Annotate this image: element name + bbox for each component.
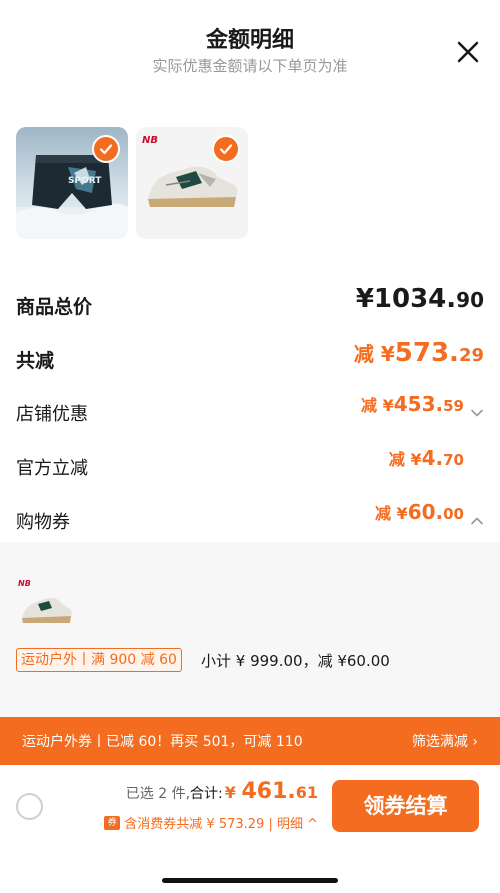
total-int: 1034. bbox=[373, 284, 457, 314]
total-savings-value: 减 ¥573.29 bbox=[354, 338, 484, 378]
coupon-product-thumb[interactable]: NB bbox=[16, 574, 74, 632]
selected-count: 已选 2 件, bbox=[125, 786, 191, 802]
discount-int: 4. bbox=[421, 446, 444, 470]
store-discount-label: 店铺优惠 bbox=[16, 404, 88, 425]
row-official-discount: 官方立减 减 ¥4.70 bbox=[16, 446, 484, 486]
checkout-footer: 已选 2 件, 合计: ¥ 461.61 券 含消费券共减 ¥ 573.29 |… bbox=[0, 765, 500, 893]
store-discount-value: 减 ¥453.59 bbox=[361, 392, 484, 432]
product-thumb-sneaker[interactable]: NB bbox=[136, 127, 248, 239]
page-title: 金额明细 bbox=[205, 28, 294, 53]
selected-check-icon[interactable] bbox=[92, 135, 120, 163]
checkout-button[interactable]: 领券结算 bbox=[332, 780, 479, 832]
row-total-price: 商品总价 ¥1034.90 bbox=[16, 284, 484, 324]
promo-bar: 运动户外券丨已减 60！再买 501，可减 110 筛选满减 › bbox=[0, 717, 500, 765]
footer-total-label: 合计: bbox=[190, 786, 223, 802]
home-indicator bbox=[162, 878, 338, 883]
coupon-subtotal: 小计 ¥ 999.00，减 ¥60.00 bbox=[201, 652, 390, 670]
selected-check-icon[interactable] bbox=[212, 135, 240, 163]
row-shopping-coupon[interactable]: 购物券 减 ¥60.00 bbox=[16, 500, 484, 540]
product-thumb-swim-trunks[interactable]: SPORT bbox=[16, 127, 128, 239]
currency-symbol: ¥ bbox=[355, 284, 374, 314]
discount-prefix: 减 ¥ bbox=[374, 504, 408, 523]
footer-total-amount: ¥ 461.61 bbox=[225, 779, 318, 804]
total-price-value: ¥1034.90 bbox=[356, 284, 484, 324]
filter-full-discount-link[interactable]: 筛选满减 › bbox=[412, 731, 478, 751]
svg-text:NB: NB bbox=[142, 135, 158, 146]
close-icon[interactable] bbox=[454, 38, 482, 66]
amount-prefix: ¥ bbox=[224, 783, 242, 802]
savings-prefix: 减 ¥ bbox=[353, 342, 395, 366]
official-discount-label: 官方立减 bbox=[16, 458, 88, 479]
savings-dec: 29 bbox=[458, 345, 484, 366]
svg-text:NB: NB bbox=[18, 579, 31, 588]
sheet-header: 金额明细 实际优惠金额请以下单页为准 bbox=[0, 0, 500, 90]
chevron-down-icon[interactable] bbox=[470, 405, 484, 419]
amount-int: 461. bbox=[241, 779, 296, 804]
savings-detail-text: 含消费券共减 ¥ 573.29 | 明细 ^ bbox=[124, 817, 318, 832]
shopping-coupon-value: 减 ¥60.00 bbox=[375, 500, 484, 540]
footer-summary: 已选 2 件, 合计: ¥ 461.61 bbox=[126, 779, 318, 804]
total-dec: 90 bbox=[456, 288, 484, 312]
official-discount-value: 减 ¥4.70 bbox=[389, 446, 464, 486]
row-total-savings: 共减 减 ¥573.29 bbox=[16, 338, 484, 378]
coupon-detail-panel: NB 运动户外丨满 900 减 60 小计 ¥ 999.00，减 ¥60.00 bbox=[0, 542, 500, 717]
discount-dec: 59 bbox=[443, 397, 464, 415]
page-subtitle: 实际优惠金额请以下单页为准 bbox=[152, 57, 348, 75]
savings-int: 573. bbox=[394, 338, 459, 368]
total-savings-label: 共减 bbox=[16, 350, 55, 372]
discount-prefix: 减 ¥ bbox=[361, 396, 394, 415]
discount-dec: 70 bbox=[443, 451, 464, 469]
coupon-tag: 运动户外丨满 900 减 60 bbox=[16, 648, 182, 672]
svg-text:SPORT: SPORT bbox=[68, 176, 102, 186]
coupon-icon: 券 bbox=[104, 815, 121, 830]
discount-int: 453. bbox=[393, 392, 444, 416]
row-store-discount[interactable]: 店铺优惠 减 ¥453.59 bbox=[16, 392, 484, 432]
total-price-label: 商品总价 bbox=[16, 296, 93, 318]
shopping-coupon-label: 购物券 bbox=[16, 512, 70, 533]
select-all-radio[interactable] bbox=[16, 793, 43, 820]
discount-dec: 00 bbox=[443, 505, 464, 523]
promo-text: 运动户外券丨已减 60！再买 501，可减 110 bbox=[22, 734, 303, 750]
discount-int: 60. bbox=[407, 500, 444, 524]
amount-dec: 61 bbox=[295, 783, 318, 802]
chevron-up-icon[interactable] bbox=[470, 513, 484, 527]
discount-prefix: 减 ¥ bbox=[388, 450, 422, 469]
savings-detail-link[interactable]: 券 含消费券共减 ¥ 573.29 | 明细 ^ bbox=[104, 813, 318, 832]
